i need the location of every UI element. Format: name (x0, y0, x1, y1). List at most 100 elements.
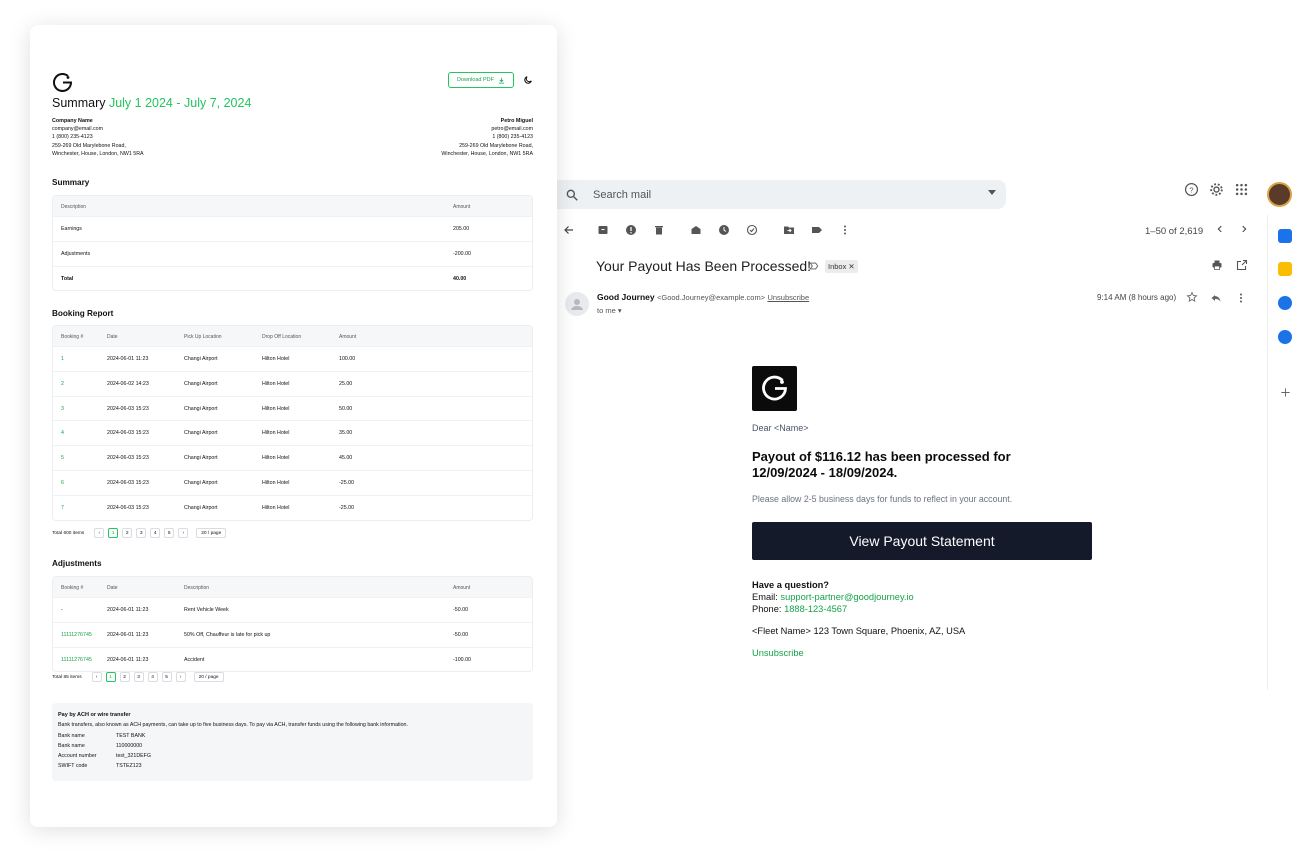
booking-number-link[interactable]: 6 (61, 480, 64, 486)
table-cell: Hilton Hotel (262, 479, 290, 486)
phone-label: Phone: (752, 604, 785, 614)
booking-number-link[interactable]: 11111276745 (61, 632, 92, 638)
page-size-select[interactable]: 20 / page (193, 672, 224, 682)
page-button[interactable]: 1 (105, 672, 116, 682)
chevron-right-icon[interactable] (1239, 224, 1249, 234)
view-payout-statement-button[interactable]: View Payout Statement (752, 522, 1092, 560)
table-cell: -25.00 (339, 479, 355, 486)
more-vert-icon[interactable] (839, 224, 851, 236)
adjustment-col-header: Description (184, 585, 210, 591)
back-arrow-icon[interactable] (563, 224, 575, 236)
support-email-link[interactable]: support-partner@goodjourney.io (780, 592, 913, 602)
row-amount: 40.00 (453, 275, 467, 282)
table-cell: 45.00 (339, 455, 353, 462)
message-more-icon[interactable] (1235, 292, 1247, 304)
sender-line: Good Journey <Good.Journey@example.com> … (597, 292, 809, 302)
booking-col-header: Booking # (61, 334, 84, 340)
dark-mode-toggle-icon[interactable] (523, 75, 533, 85)
archive-icon[interactable] (597, 224, 609, 236)
col-description: Description (61, 204, 87, 210)
row-label: Total (61, 275, 74, 282)
booking-number-link[interactable]: 11111276745 (61, 657, 92, 663)
page-button[interactable]: 2 (119, 672, 130, 682)
add-task-icon[interactable] (746, 224, 758, 236)
reply-icon[interactable] (1210, 292, 1222, 304)
table-cell: 2024-06-03 15:23 (107, 504, 149, 511)
delete-icon[interactable] (653, 224, 665, 236)
table-cell: Hilton Hotel (262, 380, 290, 387)
page-button[interactable]: 3 (133, 672, 144, 682)
page-size-select[interactable]: 20 / page (196, 528, 227, 538)
adjustments-header-row: Booking # Date Description Amount (53, 577, 532, 597)
search-options-icon[interactable] (988, 190, 996, 196)
move-to-icon[interactable] (783, 224, 795, 236)
table-row: 3 2024-06-03 15:23 Changi Airport Hilton Ho… (53, 395, 532, 421)
email-body: Dear <Name> Payout of $116.12 has been p… (752, 366, 1092, 658)
inbox-label-badge[interactable]: Inbox ✕ (825, 260, 858, 273)
next-page-button[interactable]: › (175, 672, 186, 682)
keep-icon[interactable] (1278, 262, 1292, 276)
table-row: 2 2024-06-02 14:23 Changi Airport Hilton Ho… (53, 370, 532, 396)
page-button[interactable]: 4 (150, 528, 161, 538)
table-cell: Hilton Hotel (262, 504, 290, 511)
mark-unread-icon[interactable] (690, 224, 702, 236)
calendar-icon[interactable] (1278, 229, 1292, 243)
page-button[interactable]: 3 (136, 528, 147, 538)
search-input[interactable]: Search mail (593, 189, 651, 201)
pagination-count: 1–50 of 2,619 (1145, 226, 1204, 237)
table-cell: -50.00 (453, 607, 469, 613)
booking-number-link[interactable]: 2 (61, 381, 64, 387)
booking-header-row: Booking # Date Pick Up Location Drop Off Lo… (53, 326, 532, 346)
page-button[interactable]: 4 (147, 672, 158, 682)
chevron-left-icon[interactable] (1215, 224, 1225, 234)
table-row: 11111276745 2024-06-01 11:23 Accident -100.… (53, 646, 532, 672)
star-icon[interactable] (1186, 291, 1198, 303)
apps-grid-icon[interactable] (1234, 182, 1249, 197)
tasks-icon[interactable] (1278, 296, 1292, 310)
booking-number-link[interactable]: 4 (61, 430, 64, 436)
report-spam-icon[interactable] (625, 224, 637, 236)
booking-number-link[interactable]: 1 (61, 356, 64, 362)
table-cell: Hilton Hotel (262, 356, 290, 362)
open-new-window-icon[interactable] (1236, 259, 1248, 271)
snooze-icon[interactable] (718, 224, 730, 236)
important-marker-icon[interactable] (809, 261, 819, 271)
page-button[interactable]: 5 (164, 528, 175, 538)
gmail-unsubscribe-link[interactable]: Unsubscribe (767, 293, 809, 302)
search-icon (566, 189, 578, 201)
contacts-icon[interactable] (1278, 330, 1292, 344)
label-icon[interactable] (811, 224, 823, 236)
download-pdf-button[interactable]: Download PDF (448, 72, 514, 88)
search-bar[interactable]: Search mail (557, 180, 1006, 209)
payout-headline: Payout of $116.12 has been processed for… (752, 449, 1011, 480)
summary-heading: Summary (52, 178, 90, 187)
booking-pagination: Total 600 items ‹ 1 2 3 4 5 › 20 / page (52, 528, 227, 538)
support-phone-link[interactable]: 1888-123-4567 (784, 604, 847, 614)
add-addon-icon[interactable] (1280, 387, 1291, 398)
company-name: Company Name (52, 118, 93, 124)
help-icon[interactable]: ? (1184, 182, 1199, 197)
page-button[interactable]: 2 (122, 528, 133, 538)
bank-detail-row: Bank name TEST BANK (58, 731, 527, 741)
booking-number-link[interactable]: 5 (61, 455, 64, 461)
settings-icon[interactable] (1209, 182, 1224, 197)
bank-detail-value: TEST BANK (116, 732, 146, 739)
account-avatar[interactable] (1267, 182, 1292, 207)
recipient-dropdown[interactable]: to me ▾ (597, 306, 622, 315)
support-heading: Have a question? (752, 580, 829, 590)
row-amount: 205.00 (453, 226, 470, 232)
print-icon[interactable] (1211, 259, 1223, 271)
page-button[interactable]: 5 (161, 672, 172, 682)
table-cell: -100.00 (453, 656, 471, 663)
prev-page-button[interactable]: ‹ (94, 528, 105, 538)
table-cell: Changi Airport (184, 504, 218, 511)
table-cell: 2024-06-01 11:23 (107, 631, 149, 638)
page-button[interactable]: 1 (108, 528, 119, 538)
person-icon (571, 299, 583, 310)
booking-number-link[interactable]: 7 (61, 505, 64, 511)
prev-page-button[interactable]: ‹ (91, 672, 102, 682)
booking-number-link[interactable]: 3 (61, 406, 64, 412)
email-unsubscribe-link[interactable]: Unsubscribe (752, 648, 1092, 658)
table-cell: 2024-06-01 11:23 (107, 356, 149, 362)
next-page-button[interactable]: › (178, 528, 189, 538)
